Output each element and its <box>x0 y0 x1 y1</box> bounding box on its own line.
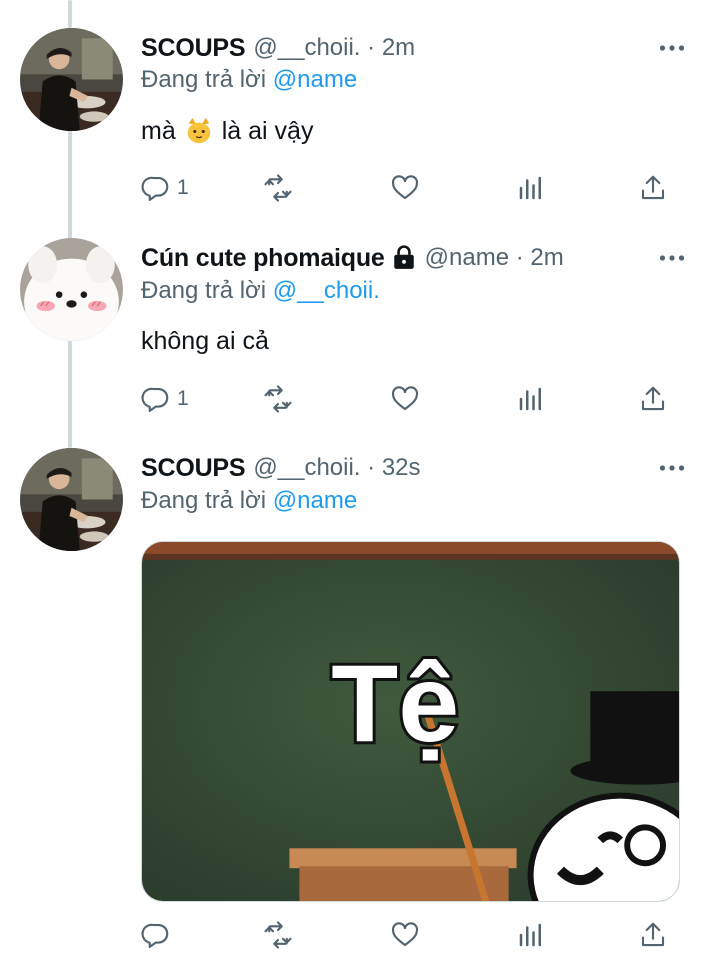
heart-icon <box>391 922 419 947</box>
replying-to: Đang trả lời @name <box>141 487 357 515</box>
views-button[interactable] <box>516 915 546 955</box>
share-icon <box>641 922 665 947</box>
tweet-header: SCOUPS @__choii. · 32s <box>141 451 700 485</box>
timestamp[interactable]: · 32s <box>360 454 420 482</box>
reply-button[interactable] <box>141 915 177 955</box>
retweet-button[interactable] <box>263 915 293 955</box>
meme-caption: Tệ <box>331 643 459 765</box>
avatar[interactable] <box>20 448 123 551</box>
timestamp-text: · 32s <box>367 454 421 481</box>
tweet-media-image[interactable]: Tệ <box>141 541 680 902</box>
more-icon[interactable] <box>652 451 692 485</box>
analytics-icon <box>519 923 541 947</box>
avatar-photo <box>20 448 123 551</box>
mention-link[interactable]: @name <box>273 487 357 514</box>
meme-image: Tệ <box>142 542 679 901</box>
reply-icon <box>141 923 169 948</box>
user-handle[interactable]: @__choii. <box>253 454 360 482</box>
share-button[interactable] <box>638 915 668 955</box>
tweet-actions <box>141 915 681 955</box>
retweet-icon <box>264 921 292 949</box>
tweet[interactable]: SCOUPS @__choii. · 32s Đang trả lời @nam… <box>0 0 720 963</box>
like-button[interactable] <box>390 915 420 955</box>
display-name[interactable]: SCOUPS <box>141 454 246 483</box>
replying-prefix: Đang trả lời <box>141 487 267 514</box>
